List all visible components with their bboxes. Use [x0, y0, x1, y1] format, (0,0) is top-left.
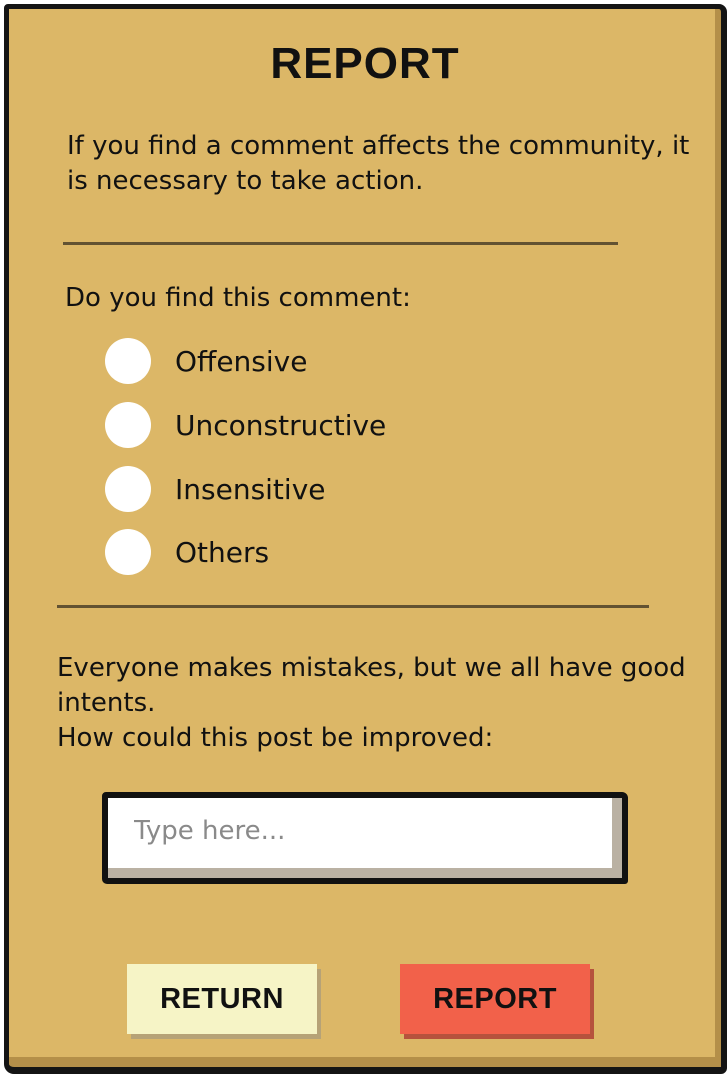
- prompt-line-1: Everyone makes mistakes, but we all have…: [57, 653, 686, 718]
- option-unconstructive[interactable]: Unconstructive: [105, 401, 386, 449]
- radio-others[interactable]: [105, 529, 151, 575]
- report-button[interactable]: REPORT: [400, 964, 590, 1034]
- option-label-insensitive: Insensitive: [175, 472, 326, 506]
- divider: [57, 605, 649, 608]
- divider: [63, 242, 618, 245]
- intro-text: If you find a comment affects the commun…: [67, 131, 690, 196]
- report-dialog: REPORT If you find a comment affects the…: [4, 4, 727, 1074]
- option-insensitive[interactable]: Insensitive: [105, 465, 326, 513]
- dialog-title: REPORT: [270, 39, 460, 88]
- option-label-others: Others: [175, 535, 270, 569]
- improvement-prompt: Everyone makes mistakes, but we all have…: [57, 651, 697, 756]
- radio-offensive[interactable]: [105, 338, 151, 384]
- option-label-unconstructive: Unconstructive: [175, 408, 387, 442]
- radio-insensitive[interactable]: [105, 466, 151, 512]
- radio-unconstructive[interactable]: [105, 402, 151, 448]
- option-others[interactable]: Others: [105, 528, 269, 576]
- prompt-line-2: How could this post be improved:: [57, 723, 494, 753]
- option-offensive[interactable]: Offensive: [105, 337, 307, 385]
- improvement-input-frame: [102, 792, 628, 884]
- question-text: Do you find this comment:: [65, 283, 411, 313]
- option-label-offensive: Offensive: [175, 344, 308, 378]
- return-button[interactable]: RETURN: [127, 964, 317, 1034]
- improvement-input[interactable]: [108, 798, 604, 864]
